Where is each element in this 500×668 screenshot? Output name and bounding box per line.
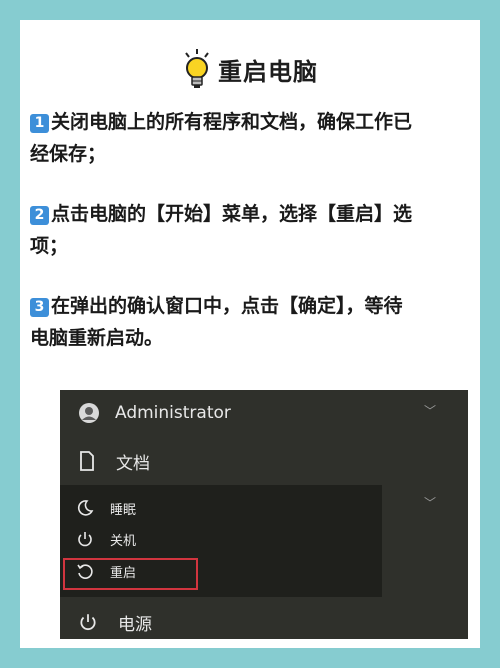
restart-highlight-box: [63, 558, 198, 590]
documents-label: 文档: [116, 453, 150, 474]
step-number-badge: 3: [30, 298, 49, 317]
user-avatar-icon: [79, 403, 99, 423]
step-number-badge: 1: [30, 114, 49, 133]
lightbulb-icon: [185, 49, 209, 88]
shutdown-label: 关机: [110, 533, 137, 549]
step-text-line2: 电脑重新启动。: [30, 327, 164, 349]
document-icon: [80, 451, 94, 471]
step-text-line2: 项；: [30, 235, 69, 257]
user-name: Administrator: [115, 403, 231, 423]
step-2: 2 点击电脑的【开始】菜单，选择【重启】选 项；: [30, 198, 472, 262]
user-account-item[interactable]: Administrator: [78, 398, 231, 428]
start-menu-screenshot: Administrator ﹀ 文档 ﹀ 睡眠 关机 重启 电源: [60, 390, 468, 639]
documents-item[interactable]: 文档: [78, 446, 150, 476]
step-text-line1: 关闭电脑上的所有程序和文档，确保工作已: [51, 111, 413, 133]
sleep-label: 睡眠: [110, 502, 137, 518]
step-text-line1: 在弹出的确认窗口中，点击【确定】，等待: [51, 295, 403, 317]
step-1: 1 关闭电脑上的所有程序和文档，确保工作已 经保存；: [30, 106, 472, 170]
step-text-line2: 经保存；: [30, 143, 107, 165]
chevron-down-icon[interactable]: ﹀: [424, 402, 436, 419]
power-label: 电源: [118, 614, 152, 635]
step-text-line1: 点击电脑的【开始】菜单，选择【重启】选: [51, 203, 413, 225]
moon-icon: [77, 500, 94, 516]
chevron-down-icon[interactable]: ﹀: [424, 494, 436, 511]
title-row: 重启电脑: [20, 48, 480, 90]
power-item[interactable]: 电源: [78, 608, 152, 636]
step-number-badge: 2: [30, 206, 49, 225]
sleep-option[interactable]: 睡眠: [76, 495, 136, 521]
power-icon: [78, 532, 92, 547]
shutdown-option[interactable]: 关机: [76, 526, 136, 552]
step-3: 3 在弹出的确认窗口中，点击【确定】，等待 电脑重新启动。: [30, 290, 472, 354]
power-icon: [80, 614, 96, 630]
content-card: 重启电脑 1 关闭电脑上的所有程序和文档，确保工作已 经保存； 2 点击电脑的【开始…: [20, 20, 480, 648]
page-title: 重启电脑: [218, 57, 318, 86]
